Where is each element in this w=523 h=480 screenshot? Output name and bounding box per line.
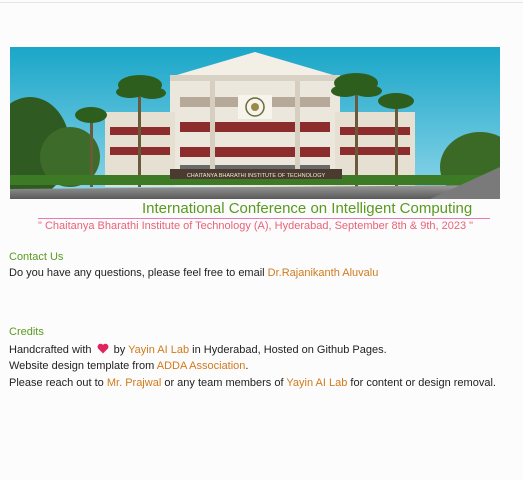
adda-association-link[interactable]: ADDA Association <box>157 360 246 372</box>
credits-line-2: Website design template from ADDA Associ… <box>9 360 248 372</box>
credits-line-1: Handcrafted with by Yayin AI Lab in Hyde… <box>9 343 387 357</box>
credits-template-text: Website design template from <box>9 360 155 372</box>
credits-handcrafted-text: Handcrafted with <box>9 344 92 356</box>
top-divider <box>0 2 523 3</box>
mr-prajwal-link[interactable]: Mr. Prajwal <box>107 377 161 389</box>
credits-hosted-text: in Hyderabad, Hosted on Github Pages. <box>192 344 387 356</box>
contact-heading: Contact Us <box>9 251 64 263</box>
conference-subtitle: " Chaitanya Bharathi Institute of Techno… <box>38 220 474 232</box>
conference-title: International Conference on Intelligent … <box>142 200 473 217</box>
credits-removal-text: for content or design removal. <box>350 377 496 389</box>
credits-period: . <box>245 360 249 372</box>
contact-email-link[interactable]: Dr.Rajanikanth Aluvalu <box>268 267 379 279</box>
title-underline <box>38 218 490 219</box>
banner-sign-text: CHAITANYA BHARATHI INSTITUTE OF TECHNOLO… <box>187 173 326 179</box>
credits-heading: Credits <box>9 326 44 338</box>
contact-line: Do you have any questions, please feel f… <box>9 267 378 279</box>
credits-reach-text: Please reach out to <box>9 377 104 389</box>
credits-team-text: or any team members of <box>164 377 284 389</box>
credits-line-3: Please reach out to Mr. Prajwal or any t… <box>9 377 496 389</box>
contact-text: Do you have any questions, please feel f… <box>9 267 265 279</box>
yayin-ai-lab-link-2[interactable]: Yayin AI Lab <box>286 377 347 389</box>
campus-banner-image: CHAITANYA BHARATHI INSTITUTE OF TECHNOLO… <box>10 47 500 199</box>
credits-by-text: by <box>113 344 126 356</box>
college-emblem-icon <box>238 95 272 119</box>
yayin-ai-lab-link[interactable]: Yayin AI Lab <box>128 344 189 356</box>
heart-icon <box>97 343 109 357</box>
